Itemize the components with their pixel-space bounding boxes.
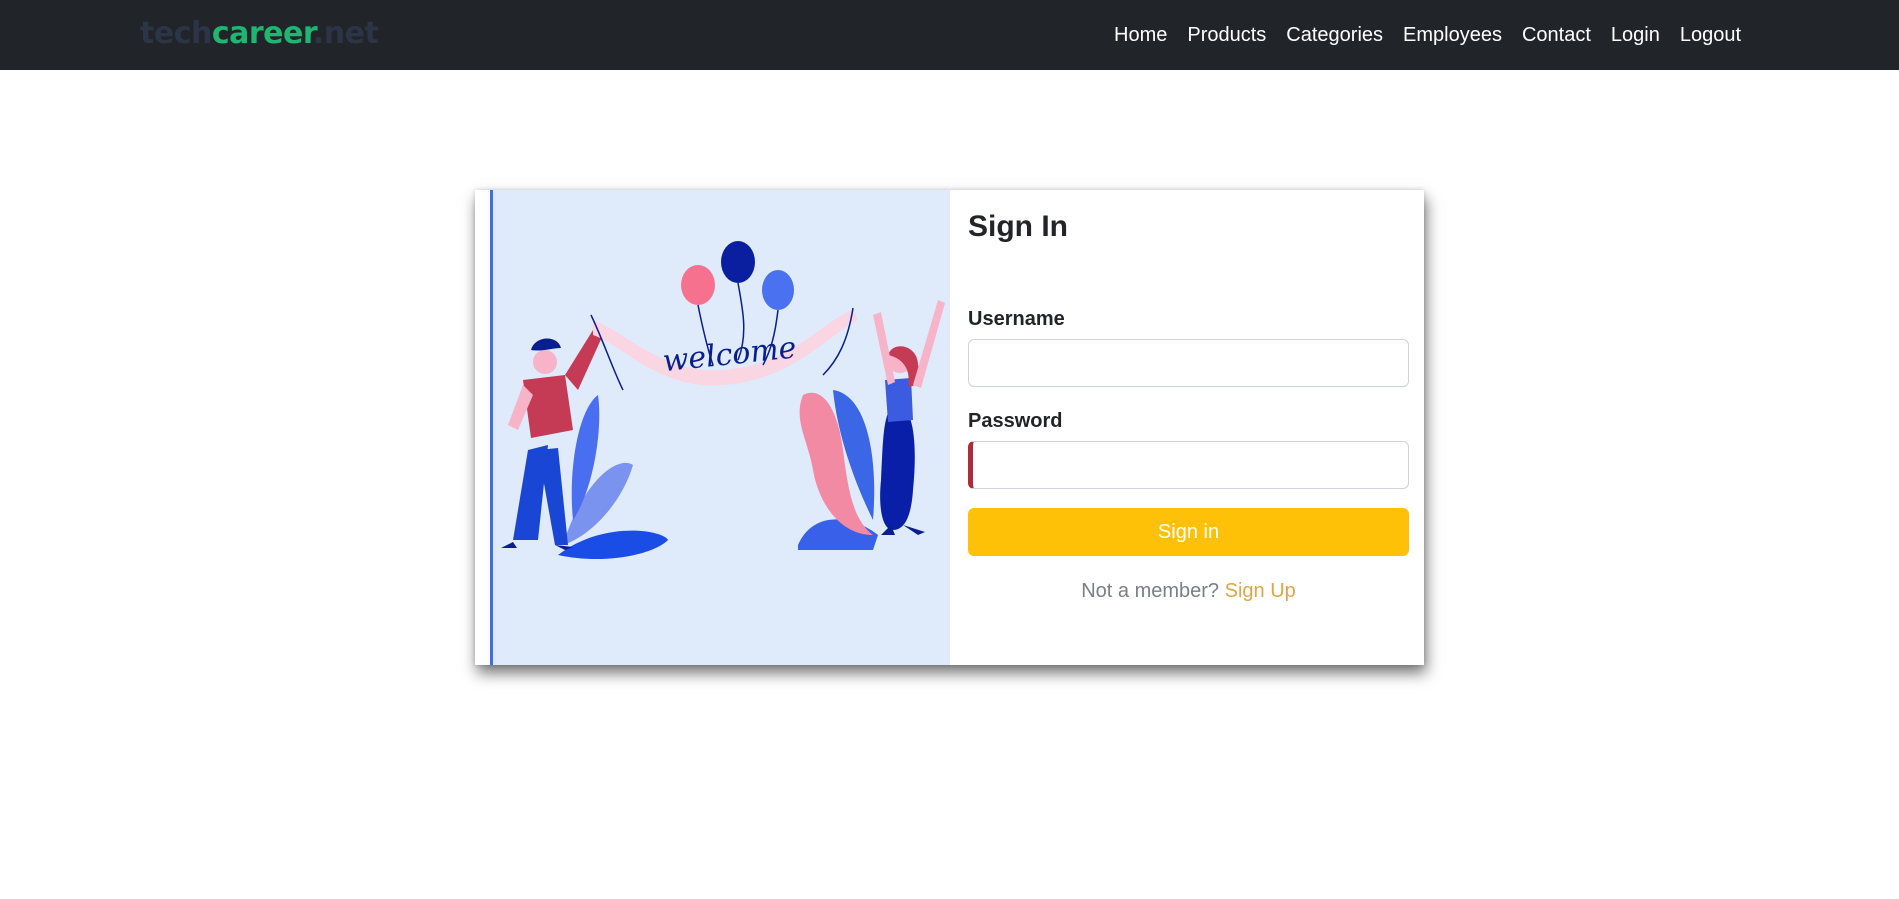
signup-link[interactable]: Sign Up	[1225, 580, 1296, 602]
nav-link-categories[interactable]: Categories	[1276, 0, 1393, 70]
welcome-illustration-art: welcome	[501, 241, 945, 560]
signup-prompt-text: Not a member?	[1081, 580, 1220, 602]
signin-form: Sign In Username Password Sign in Not a …	[968, 190, 1409, 665]
nav-link-login[interactable]: Login	[1601, 0, 1670, 70]
username-input[interactable]	[968, 339, 1409, 387]
navbar: techcareer.net Home Products Categories …	[0, 0, 1899, 70]
signin-title: Sign In	[968, 210, 1068, 243]
banner-welcome-text: welcome	[661, 330, 798, 379]
username-label: Username	[968, 308, 1065, 330]
nav-link-products[interactable]: Products	[1177, 0, 1276, 70]
signin-button[interactable]: Sign in	[968, 508, 1409, 556]
password-input[interactable]	[968, 441, 1409, 489]
nav-links: Home Products Categories Employees Conta…	[1104, 0, 1751, 70]
brand-part-net: .net	[312, 16, 379, 51]
brand-part-career: career	[211, 16, 314, 51]
brand-logo[interactable]: techcareer.net	[140, 14, 379, 54]
welcome-illustration: welcome	[490, 190, 950, 665]
nav-link-logout[interactable]: Logout	[1670, 0, 1751, 70]
signup-prompt: Not a member? Sign Up	[968, 580, 1409, 603]
password-label: Password	[968, 410, 1063, 432]
signin-card: welcome Sign In Username Password Sign i…	[475, 190, 1424, 665]
nav-link-employees[interactable]: Employees	[1393, 0, 1512, 70]
nav-link-home[interactable]: Home	[1104, 0, 1177, 70]
brand-part-tech: tech	[140, 16, 212, 51]
nav-link-contact[interactable]: Contact	[1512, 0, 1601, 70]
